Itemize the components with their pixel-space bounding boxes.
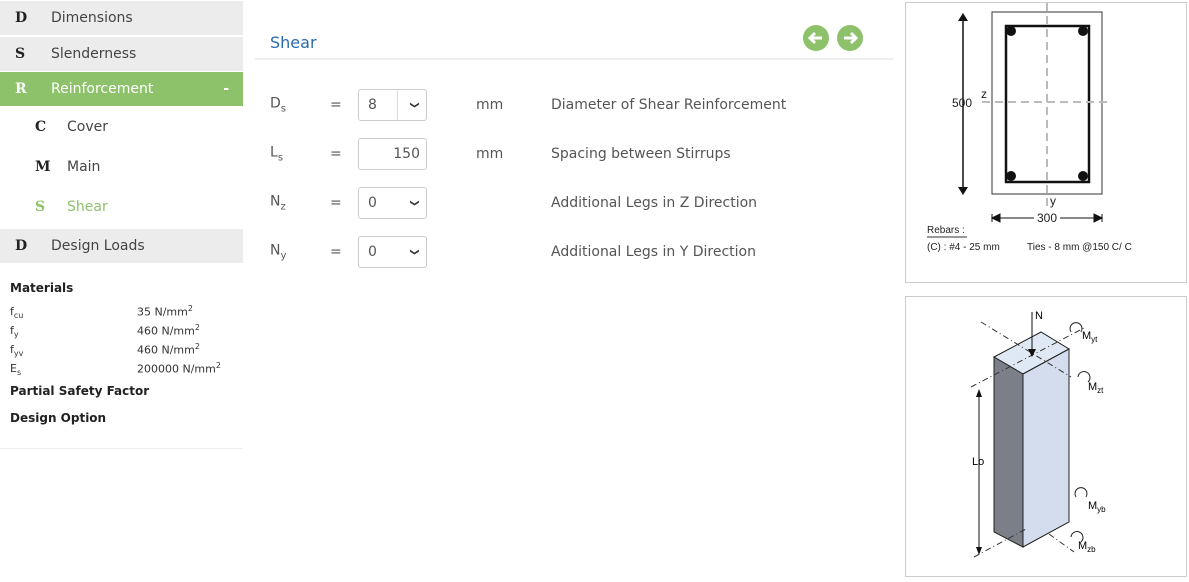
nav-letter: M xyxy=(35,159,51,175)
nav-label: Reinforcement xyxy=(51,81,154,97)
nav-label: Shear xyxy=(67,199,108,215)
nav-cover[interactable]: C Cover xyxy=(0,110,243,144)
chevron-down-icon: ❯ xyxy=(409,248,420,256)
row-symbol: Ds xyxy=(270,95,286,115)
rebars-text: (C) : #4 - 25 mm xyxy=(927,242,1000,253)
nav-label: Cover xyxy=(67,119,108,135)
row-symbol: Ny xyxy=(270,242,287,262)
row-symbol: Ls xyxy=(270,144,284,164)
nav-label: Main xyxy=(67,159,101,175)
nav-shear[interactable]: S Shear xyxy=(0,190,243,224)
material-value: 200000 N/mm2 xyxy=(137,361,221,376)
rebars-title: Rebars : xyxy=(927,225,965,236)
next-button[interactable] xyxy=(837,25,863,51)
nav-reinforcement[interactable]: R Reinforcement - xyxy=(0,72,243,106)
material-value: 35 N/mm2 xyxy=(137,304,193,319)
axial-load-label: N xyxy=(1035,310,1043,322)
chevron-down-icon: ❯ xyxy=(409,199,420,207)
nav-arrows xyxy=(803,25,863,51)
material-symbol: fcu xyxy=(10,305,24,321)
depth-label: 500 xyxy=(952,96,972,110)
nav-design-loads[interactable]: D Design Loads xyxy=(0,229,243,263)
nav-label: Dimensions xyxy=(51,10,133,26)
form-row: Ds = 8 ❯ mm Diameter of Shear Reinforceme… xyxy=(270,88,870,122)
material-symbol: fyv xyxy=(10,343,24,359)
row-unit: mm xyxy=(476,97,504,113)
equals-sign: = xyxy=(330,195,342,211)
ls-input[interactable]: 150 xyxy=(358,138,427,170)
myt-label: Myt xyxy=(1082,330,1098,344)
design-option-heading: Design Option xyxy=(10,411,107,425)
row-description: Diameter of Shear Reinforcement xyxy=(551,97,787,113)
material-symbol: fy xyxy=(10,324,19,340)
nav-letter: R xyxy=(15,81,27,97)
nav-letter: D xyxy=(15,10,28,26)
nz-select[interactable]: 0 ❯ xyxy=(358,187,427,219)
nav-label: Design Loads xyxy=(51,238,145,254)
width-label: 300 xyxy=(1037,211,1057,225)
row-symbol: Nz xyxy=(270,193,286,213)
nav-label: Slenderness xyxy=(51,46,137,62)
nav-letter: S xyxy=(35,199,46,215)
equals-sign: = xyxy=(330,146,342,162)
form-row: Nz = 0 ❯ Additional Legs in Z Direction xyxy=(270,186,870,220)
section-diagram: 500 z y 300 Rebars : (C) : #4 - 25 mm Ti… xyxy=(905,2,1187,283)
summary: Materials fcu 35 N/mm2 fy 460 N/mm2 fyv 46… xyxy=(0,265,243,449)
nav-main[interactable]: M Main xyxy=(0,150,243,184)
row-description: Additional Legs in Z Direction xyxy=(551,195,758,211)
page-title: Shear xyxy=(270,33,317,52)
collapse-toggle[interactable]: - xyxy=(223,81,229,97)
materials-heading: Materials xyxy=(10,281,74,295)
divider xyxy=(255,58,893,60)
nav-dimensions[interactable]: D Dimensions xyxy=(0,1,243,35)
form-row: Ny = 0 ❯ Additional Legs in Y Direction xyxy=(270,235,870,269)
ties-text: Ties - 8 mm @150 C/ C xyxy=(1027,242,1132,253)
nav-slenderness[interactable]: S Slenderness xyxy=(0,37,243,71)
equals-sign: = xyxy=(330,244,342,260)
mzt-label: Mzt xyxy=(1088,381,1104,395)
nav-letter: C xyxy=(35,119,47,135)
partial-safety-heading: Partial Safety Factor xyxy=(10,384,150,398)
svg-text:Lo: Lo xyxy=(972,456,984,468)
row-unit: mm xyxy=(476,146,504,162)
nav-letter: D xyxy=(15,238,28,254)
material-value: 460 N/mm2 xyxy=(137,342,200,357)
row-description: Spacing between Stirrups xyxy=(551,146,731,162)
ds-select[interactable]: 8 ❯ xyxy=(358,89,427,121)
y-axis-label: y xyxy=(1050,194,1056,208)
prev-button[interactable] xyxy=(803,25,829,51)
material-symbol: Es xyxy=(10,362,22,378)
nav-letter: S xyxy=(15,46,26,62)
mzb-label: Mzb xyxy=(1078,540,1096,554)
column-diagram: N Lo Myt Mzt Myb Mzb xyxy=(905,296,1187,577)
equals-sign: = xyxy=(330,97,342,113)
ny-select[interactable]: 0 ❯ xyxy=(358,236,427,268)
z-axis-label: z xyxy=(981,87,987,101)
chevron-down-icon: ❯ xyxy=(409,101,420,109)
row-description: Additional Legs in Y Direction xyxy=(551,244,756,260)
myb-label: Myb xyxy=(1088,500,1106,514)
form-row: Ls = 150 mm Spacing between Stirrups xyxy=(270,137,870,171)
material-value: 460 N/mm2 xyxy=(137,323,200,338)
